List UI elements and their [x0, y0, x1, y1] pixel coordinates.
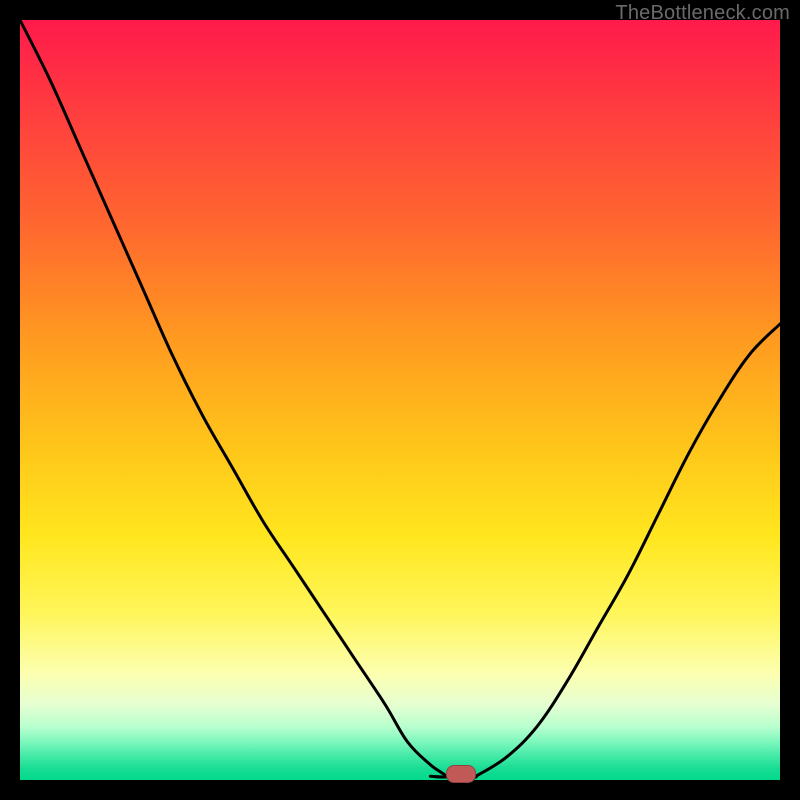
chart-curve — [20, 20, 780, 780]
bottleneck-curve-path — [20, 20, 780, 778]
optimal-point-marker — [446, 765, 476, 783]
watermark-text: TheBottleneck.com — [615, 2, 790, 25]
chart-frame: TheBottleneck.com — [0, 0, 800, 800]
